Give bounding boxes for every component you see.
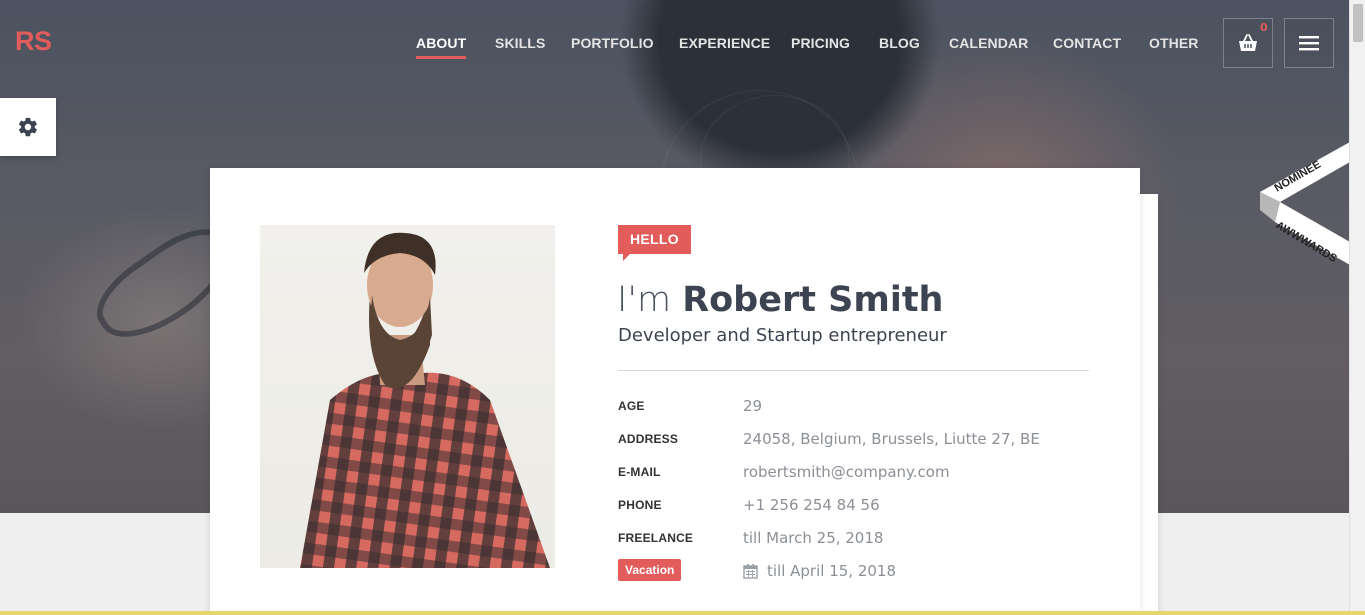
gear-icon [18, 117, 37, 137]
profile-heading: I'm Robert Smith [617, 280, 943, 320]
bottom-edge-line [0, 611, 1365, 615]
hamburger-icon [1299, 36, 1319, 51]
nav-item-about[interactable]: ABOUT [416, 35, 467, 59]
calendar-icon [743, 564, 758, 579]
profile-title: Developer and Startup entrepreneur [618, 325, 947, 346]
nav-item-experience[interactable]: EXPERIENCE [679, 35, 770, 51]
info-label: PHONE [618, 498, 662, 512]
page-scrollbar[interactable] [1349, 0, 1365, 615]
info-value: till March 25, 2018 [743, 529, 884, 547]
nav-item-calendar[interactable]: CALENDAR [949, 35, 1028, 51]
scrollbar-thumb[interactable] [1353, 4, 1363, 42]
profile-photo [260, 225, 555, 568]
info-row-phone: PHONE +1 256 254 84 56 [618, 496, 1098, 520]
section-divider [618, 370, 1089, 371]
profile-name: Robert Smith [682, 280, 944, 320]
basket-icon [1239, 34, 1257, 51]
info-label: E-MAIL [618, 465, 661, 479]
info-label: FREELANCE [618, 531, 694, 545]
info-row-vacation: Vacation till April 15, 2018 [618, 559, 1098, 586]
nav-item-other[interactable]: OTHER [1149, 35, 1199, 51]
nav-item-skills[interactable]: SKILLS [495, 35, 545, 51]
info-value[interactable]: robertsmith@company.com [743, 463, 950, 481]
info-value: 29 [743, 397, 763, 415]
nav-item-contact[interactable]: CONTACT [1053, 35, 1121, 51]
info-row-freelance: FREELANCE till March 25, 2018 [618, 529, 1098, 553]
nav-item-portfolio[interactable]: PORTFOLIO [571, 35, 654, 51]
cart-count-badge: 0 [1260, 21, 1268, 34]
info-value: 24058, Belgium, Brussels, Liutte 27, BE [743, 430, 1040, 448]
info-row-email: E-MAIL robertsmith@company.com [618, 463, 1098, 487]
info-row-address: ADDRESS 24058, Belgium, Brussels, Liutte… [618, 430, 1098, 454]
greeting-prefix: I'm [617, 280, 672, 320]
hello-badge: HELLO [618, 225, 691, 261]
info-value: +1 256 254 84 56 [743, 496, 880, 514]
info-label: AGE [618, 399, 645, 413]
nav-item-pricing[interactable]: PRICING [791, 35, 850, 51]
info-row-age: AGE 29 [618, 397, 1098, 421]
logo-rs: RS [15, 26, 52, 56]
settings-toggle[interactable] [0, 98, 56, 156]
profile-card: HELLO I'm Robert Smith Developer and Sta… [210, 168, 1140, 611]
vacation-value: till April 15, 2018 [767, 562, 897, 580]
nav-item-blog[interactable]: BLOG [879, 35, 920, 51]
site-logo[interactable]: RScard [15, 26, 1158, 615]
menu-button[interactable] [1284, 18, 1334, 68]
awwwards-nominee-ribbon[interactable]: NOMINEE AWWWARDS [1255, 140, 1355, 280]
info-label: ADDRESS [618, 432, 679, 446]
vacation-badge: Vacation [618, 559, 682, 581]
